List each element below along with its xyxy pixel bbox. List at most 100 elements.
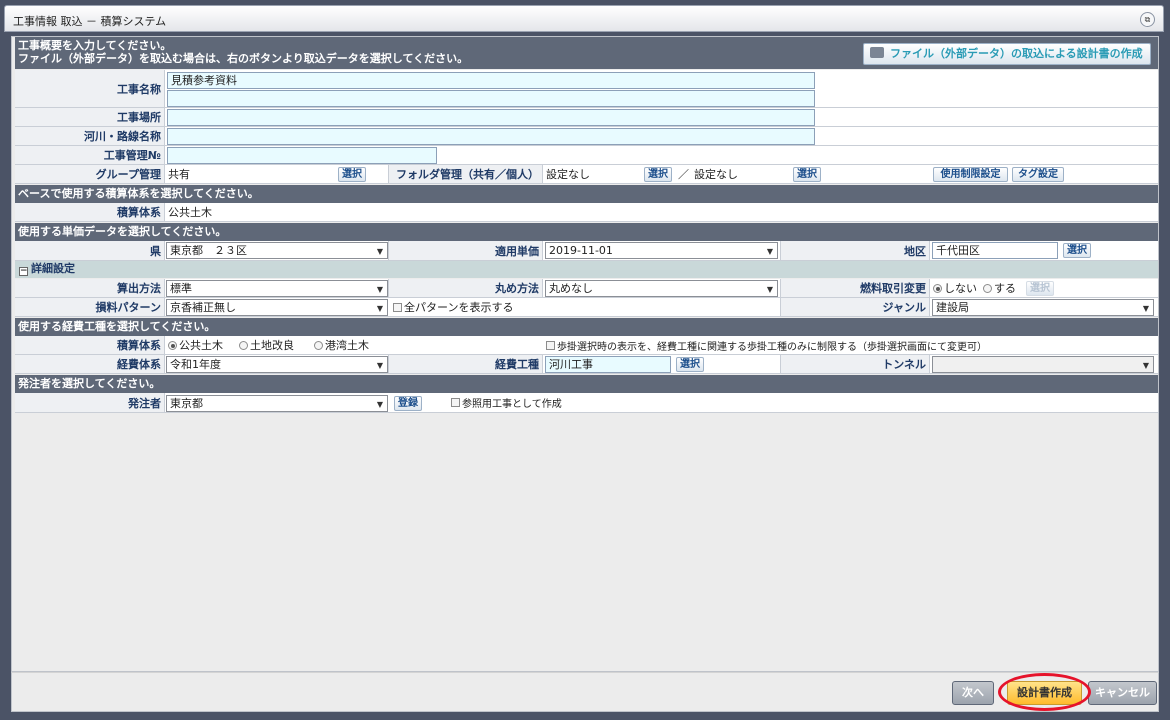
round-method-label: 丸め方法 <box>388 279 543 297</box>
orderer-select[interactable]: 東京都 ▼ <box>166 395 388 412</box>
fuel-yes-label: する <box>994 282 1016 295</box>
import-external-file-button[interactable]: ファイル（外部データ）の取込による設計書の作成 <box>863 43 1151 65</box>
calc-method-label: 算出方法 <box>15 279 165 297</box>
radio-port-civil[interactable] <box>314 340 323 350</box>
construction-name-input[interactable]: 見積参考資料 <box>167 72 815 89</box>
genre-select[interactable]: 建設局 ▼ <box>932 299 1154 316</box>
folder-value-personal: 設定なし <box>694 168 738 181</box>
row-expense-system: 積算体系 公共土木 土地改良 港湾土木 歩掛選択時の表示を、経費工種に関連する歩… <box>15 336 1158 355</box>
construction-name-label: 工事名称 <box>15 70 165 107</box>
group-label: グループ管理 <box>15 165 165 183</box>
fuel-trade-label: 燃料取引変更 <box>780 279 930 297</box>
show-all-patterns-option[interactable]: 全パターンを表示する <box>390 298 513 316</box>
prefecture-select[interactable]: 東京都 ２３区 ▼ <box>166 242 388 259</box>
expense-kind-input[interactable]: 河川工事 <box>545 356 671 373</box>
base-system-value: 公共土木 <box>168 206 212 219</box>
collapse-icon[interactable]: − <box>19 267 28 276</box>
loss-pattern-value: 京香補正無し <box>170 301 236 314</box>
unit-price-header: 使用する単価データを選択してください。 <box>15 223 1158 241</box>
applied-price-label: 適用単価 <box>388 241 543 260</box>
management-no-input[interactable] <box>167 147 437 164</box>
round-method-select[interactable]: 丸めなし ▼ <box>545 280 778 297</box>
base-system-label: 積算体系 <box>15 203 165 221</box>
restrict-label: 歩掛選択時の表示を、経費工種に関連する歩掛工種のみに制限する（歩掛選択画面にて変… <box>557 341 987 353</box>
folder-label: フォルダ管理（共有／個人） <box>388 165 543 183</box>
folder-icon <box>870 47 884 58</box>
fuel-trade-options: しない する <box>930 279 1016 297</box>
expense-system-label: 積算体系 <box>15 336 165 354</box>
reference-option[interactable]: 参照用工事として作成 <box>448 393 562 412</box>
expense-kind-label: 経費工種 <box>388 355 543 373</box>
reference-label: 参照用工事として作成 <box>462 399 562 410</box>
construction-place-label: 工事場所 <box>15 108 165 126</box>
radio-public-civil[interactable] <box>168 340 177 350</box>
dropdown-arrow-icon: ▼ <box>766 247 773 256</box>
construction-place-input[interactable] <box>167 109 815 126</box>
fuel-no-radio[interactable] <box>933 283 942 293</box>
expense-system-value: 令和1年度 <box>170 358 221 371</box>
radio-public-civil-label: 公共土木 <box>179 339 223 352</box>
round-method-value: 丸めなし <box>549 282 593 295</box>
detail-settings-header[interactable]: − 詳細設定 <box>15 261 1158 278</box>
cancel-button[interactable]: キャンセル <box>1088 681 1157 705</box>
radio-land-improvement[interactable] <box>239 340 248 350</box>
calc-method-select[interactable]: 標準 ▼ <box>166 280 388 297</box>
expense-kind-select-button[interactable]: 選択 <box>676 357 704 372</box>
construction-name-input-line2[interactable] <box>167 90 815 107</box>
tunnel-label: トンネル <box>780 355 930 373</box>
applied-price-select[interactable]: 2019-11-01 ▼ <box>545 242 778 259</box>
next-button[interactable]: 次へ <box>952 681 994 705</box>
prefecture-label: 県 <box>15 241 165 260</box>
group-value: 共有 <box>168 168 190 181</box>
area-input[interactable]: 千代田区 <box>932 242 1058 259</box>
genre-label: ジャンル <box>780 298 930 316</box>
expense-header: 使用する経費工種を選択してください。 <box>15 318 1158 336</box>
folder-shared-select-button[interactable]: 選択 <box>644 167 672 182</box>
dropdown-arrow-icon: ▼ <box>1142 361 1149 370</box>
area-select-button[interactable]: 選択 <box>1063 243 1091 258</box>
calc-method-value: 標準 <box>170 282 192 295</box>
reference-checkbox[interactable] <box>451 398 460 407</box>
expense-system-select[interactable]: 令和1年度 ▼ <box>166 356 388 373</box>
river-route-input[interactable] <box>167 128 815 145</box>
radio-port-civil-label: 港湾土木 <box>325 339 369 352</box>
radio-land-improvement-label: 土地改良 <box>250 339 294 352</box>
applied-price-value: 2019-11-01 <box>549 244 613 257</box>
row-base-system: 積算体系 公共土木 <box>15 203 1158 222</box>
folder-separator: ／ <box>678 168 689 181</box>
orderer-header: 発注者を選択してください。 <box>15 375 1158 393</box>
detail-settings-title: 詳細設定 <box>31 262 75 275</box>
dropdown-arrow-icon: ▼ <box>376 361 383 370</box>
usage-limit-button[interactable]: 使用制限設定 <box>933 167 1008 182</box>
tag-setting-button[interactable]: タグ設定 <box>1012 167 1064 182</box>
window-title: 工事情報 取込 － 積算システム <box>13 15 167 28</box>
orderer-label: 発注者 <box>15 393 165 412</box>
restrict-checkbox[interactable] <box>546 340 555 350</box>
restore-icon[interactable]: ⧉ <box>1140 12 1155 27</box>
dialog-window: 工事情報 取込 － 積算システム ⧉ 工事概要を入力してください。 ファイル（外… <box>0 0 1170 720</box>
show-all-patterns-checkbox[interactable] <box>393 302 402 312</box>
orderer-register-button[interactable]: 登録 <box>394 396 422 411</box>
dropdown-arrow-icon: ▼ <box>376 400 383 409</box>
folder-personal-select-button[interactable]: 選択 <box>793 167 821 182</box>
tunnel-select[interactable]: ▼ <box>932 356 1154 373</box>
loss-pattern-label: 損料パターン <box>15 298 165 316</box>
folder-value-shared: 設定なし <box>546 168 590 181</box>
fuel-yes-radio[interactable] <box>983 283 992 293</box>
management-no-label: 工事管理№ <box>15 146 165 164</box>
dropdown-arrow-icon: ▼ <box>1142 304 1149 313</box>
dropdown-arrow-icon: ▼ <box>766 285 773 294</box>
import-button-label: ファイル（外部データ）の取込による設計書の作成 <box>890 47 1143 60</box>
fuel-no-label: しない <box>944 282 977 295</box>
fuel-select-button[interactable]: 選択 <box>1026 281 1054 296</box>
dropdown-arrow-icon: ▼ <box>376 285 383 294</box>
river-route-label: 河川・路線名称 <box>15 127 165 145</box>
expense-radio-group: 公共土木 土地改良 港湾土木 <box>165 336 369 354</box>
group-select-button[interactable]: 選択 <box>338 167 366 182</box>
loss-pattern-select[interactable]: 京香補正無し ▼ <box>166 299 388 316</box>
restrict-option[interactable]: 歩掛選択時の表示を、経費工種に関連する歩掛工種のみに制限する（歩掛選択画面にて変… <box>543 336 987 354</box>
highlight-ring <box>998 673 1091 711</box>
expense-system-version-label: 経費体系 <box>15 355 165 373</box>
show-all-patterns-label: 全パターンを表示する <box>404 301 514 314</box>
dropdown-arrow-icon: ▼ <box>376 247 383 256</box>
